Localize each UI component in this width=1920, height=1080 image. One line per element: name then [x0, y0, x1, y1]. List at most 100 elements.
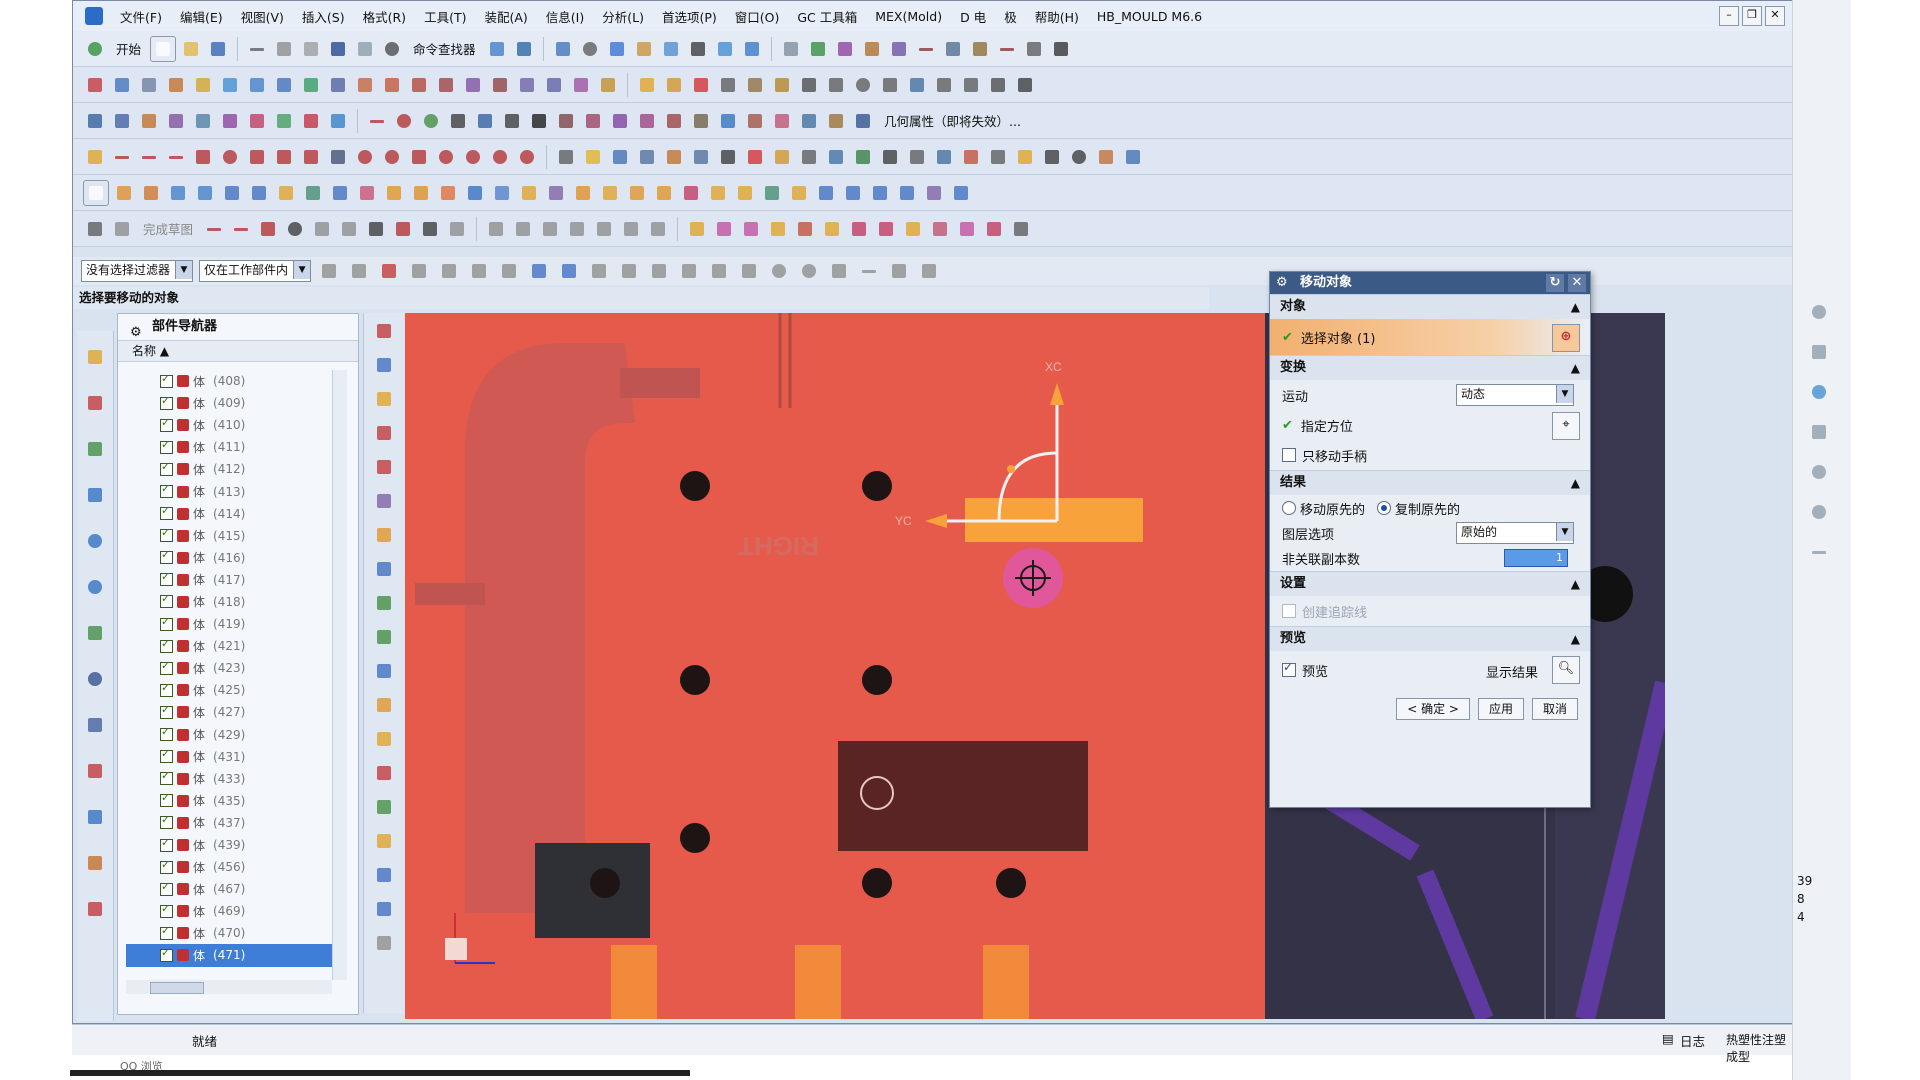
- polygon-icon[interactable]: [473, 109, 497, 133]
- visibility-checkbox[interactable]: [160, 659, 173, 675]
- clock-history-icon[interactable]: [83, 667, 107, 691]
- line-icon[interactable]: [365, 109, 389, 133]
- scale-body-icon[interactable]: [841, 181, 865, 205]
- mw-tool-icon[interactable]: [743, 145, 767, 169]
- sheet-body-icon[interactable]: [110, 73, 134, 97]
- section-object-header[interactable]: 对象 ▲: [1270, 294, 1590, 319]
- offset-curve-icon[interactable]: [554, 109, 578, 133]
- text-icon[interactable]: [527, 109, 551, 133]
- visibility-checkbox[interactable]: [160, 924, 173, 940]
- column-header-name[interactable]: 名称 ▲: [118, 341, 358, 362]
- log-icon[interactable]: ▤: [1662, 1031, 1674, 1046]
- gate-library-icon[interactable]: [372, 795, 396, 819]
- cone-icon[interactable]: [895, 181, 919, 205]
- mw-insert-icon[interactable]: [905, 145, 929, 169]
- assembly-navigator-icon[interactable]: [83, 345, 107, 369]
- mold-csys-icon[interactable]: [372, 387, 396, 411]
- mw-lifter-icon[interactable]: [901, 217, 925, 241]
- mirror-curve-icon[interactable]: [461, 145, 485, 169]
- mold-tool-icon[interactable]: [635, 73, 659, 97]
- bridge-curve-icon[interactable]: [770, 109, 794, 133]
- select-face-icon[interactable]: [437, 259, 461, 283]
- project-curve-icon[interactable]: [581, 109, 605, 133]
- mold-base-lib-icon[interactable]: [372, 625, 396, 649]
- mirror-feature-icon[interactable]: [598, 181, 622, 205]
- render-style-icon[interactable]: [686, 37, 710, 61]
- layer-icon[interactable]: [713, 37, 737, 61]
- visibility-checkbox[interactable]: [160, 813, 173, 830]
- analysis-icon[interactable]: [806, 37, 830, 61]
- sheet-icon[interactable]: [779, 37, 803, 61]
- visibility-checkbox[interactable]: [160, 858, 173, 874]
- palette-icon[interactable]: [83, 897, 107, 921]
- curve-icon[interactable]: [914, 37, 938, 61]
- select-solid-icon[interactable]: [527, 259, 551, 283]
- close-button[interactable]: ✕: [1765, 6, 1785, 26]
- constraint-navigator-icon[interactable]: [83, 391, 107, 415]
- cube-view-icon[interactable]: [605, 37, 629, 61]
- sketch-line-icon[interactable]: [137, 145, 161, 169]
- mw-core-icon[interactable]: [739, 217, 763, 241]
- navigator-row[interactable]: 体 (439): [126, 834, 332, 856]
- rotate-view-icon[interactable]: [578, 37, 602, 61]
- cancel-button[interactable]: 取消: [1531, 698, 1578, 720]
- font-icon[interactable]: [986, 73, 1010, 97]
- snap-existing-icon[interactable]: [827, 259, 851, 283]
- menu-insert[interactable]: 插入(S): [295, 5, 352, 28]
- text-tool-icon[interactable]: [797, 73, 821, 97]
- rotate-icon[interactable]: [1807, 380, 1831, 404]
- visibility-checkbox[interactable]: [160, 747, 173, 764]
- copy-icon[interactable]: [272, 37, 296, 61]
- emboss-icon[interactable]: [245, 109, 269, 133]
- thicken-icon[interactable]: [461, 73, 485, 97]
- convert-reference-icon[interactable]: [662, 145, 686, 169]
- specify-orientation-row[interactable]: ✔ 指定方位 ⌖: [1270, 410, 1590, 440]
- gear-icon[interactable]: ⚙: [130, 320, 142, 346]
- family-mold-icon[interactable]: [372, 523, 396, 547]
- cooling-icon[interactable]: [372, 863, 396, 887]
- mold-tools-icon[interactable]: [372, 557, 396, 581]
- reuse-library-icon[interactable]: [83, 483, 107, 507]
- mw-check-icon[interactable]: [1121, 145, 1145, 169]
- sketch-point-icon[interactable]: [191, 145, 215, 169]
- draft-icon[interactable]: [596, 73, 620, 97]
- rectangle-icon[interactable]: [446, 109, 470, 133]
- bridge-surface-icon[interactable]: [191, 73, 215, 97]
- mirror-icon[interactable]: [326, 109, 350, 133]
- geometric-constraints-icon[interactable]: [484, 217, 508, 241]
- slider-lifter-icon[interactable]: [372, 727, 396, 751]
- animate-dimension-icon[interactable]: [716, 145, 740, 169]
- copies-input[interactable]: 1: [1504, 549, 1568, 567]
- navigator-row[interactable]: 体 (416): [126, 547, 332, 569]
- flatten-icon[interactable]: [191, 109, 215, 133]
- sketch-point2-icon[interactable]: [418, 217, 442, 241]
- sketch-ellipse-icon[interactable]: [353, 145, 377, 169]
- eye-icon[interactable]: [1067, 145, 1091, 169]
- through-curves-icon[interactable]: [272, 73, 296, 97]
- navigator-row[interactable]: 体 (431): [126, 746, 332, 768]
- snap-bounded-icon[interactable]: [917, 259, 941, 283]
- sketch-circle-icon[interactable]: [218, 145, 242, 169]
- mw-report-icon[interactable]: [1094, 145, 1118, 169]
- page-icon[interactable]: [1049, 37, 1073, 61]
- start-icon[interactable]: [83, 37, 107, 61]
- section-preview-header[interactable]: 预览 ▲: [1270, 626, 1590, 651]
- visibility-checkbox[interactable]: [160, 504, 173, 521]
- inferred-dimension-icon[interactable]: [511, 217, 535, 241]
- redo-icon[interactable]: [353, 37, 377, 61]
- sew-icon[interactable]: [380, 73, 404, 97]
- save-icon[interactable]: [206, 37, 230, 61]
- finish-sketch-icon[interactable]: [110, 217, 134, 241]
- fit-view-icon[interactable]: [551, 37, 575, 61]
- add-existing-curve-icon[interactable]: [515, 145, 539, 169]
- dialog-title-bar[interactable]: ⚙ 移动对象 ↻ ✕: [1270, 272, 1590, 294]
- gear-icon[interactable]: ⚙: [1276, 272, 1288, 294]
- quick-trim-icon[interactable]: [299, 145, 323, 169]
- navigator-row[interactable]: 体 (429): [126, 724, 332, 746]
- navigator-row[interactable]: 体 (470): [126, 922, 332, 944]
- visibility-checkbox[interactable]: [160, 592, 173, 609]
- crosshair-select-icon[interactable]: ⊕: [1552, 324, 1580, 352]
- offset-sketch-icon[interactable]: [407, 145, 431, 169]
- combined-curve-icon[interactable]: [797, 109, 821, 133]
- visibility-checkbox[interactable]: [160, 725, 173, 742]
